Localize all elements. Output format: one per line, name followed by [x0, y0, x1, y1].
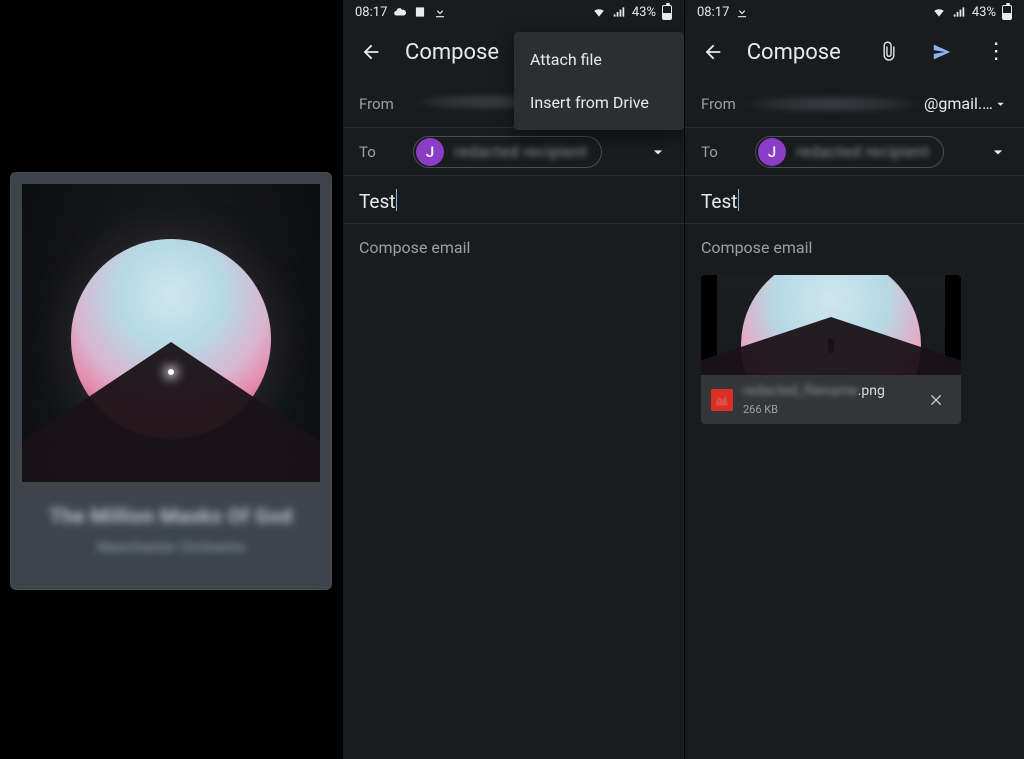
- send-button[interactable]: [923, 32, 963, 72]
- subject-row[interactable]: Test: [685, 176, 1024, 224]
- recipient-avatar: J: [758, 138, 786, 166]
- recipient-avatar: J: [416, 138, 444, 166]
- wifi-icon: [592, 5, 606, 19]
- download-icon: [433, 5, 447, 19]
- recipient-name-blurred: redacted recipient: [796, 142, 929, 161]
- text-caret: [738, 189, 740, 211]
- album-art: [22, 184, 320, 482]
- status-time: 08:17: [355, 5, 387, 20]
- back-button[interactable]: [351, 32, 391, 72]
- album-card: The Million Masks Of God Manchester Orch…: [10, 172, 332, 590]
- recipient-chip[interactable]: J redacted recipient: [755, 136, 944, 168]
- more-vertical-icon: ⋮: [985, 41, 1007, 63]
- image-file-icon: [711, 389, 733, 411]
- battery-icon: [662, 4, 672, 19]
- status-time: 08:17: [697, 5, 729, 20]
- signal-icon: [952, 5, 966, 19]
- text-caret: [396, 189, 398, 211]
- compose-screen-with-attachment: 08:17 43% Compose ⋮: [684, 0, 1024, 759]
- subject-input[interactable]: Test: [359, 190, 396, 213]
- paperclip-icon: [878, 41, 900, 63]
- attachment-thumbnail: [701, 275, 961, 375]
- subject-input[interactable]: Test: [701, 190, 738, 213]
- arrow-left-icon: [360, 41, 382, 63]
- from-label: From: [701, 95, 742, 113]
- overflow-menu-button[interactable]: ⋮: [976, 32, 1016, 72]
- chevron-down-icon[interactable]: [993, 94, 1008, 114]
- attachment-size: 266 KB: [743, 403, 913, 416]
- status-battery-text: 43%: [632, 5, 656, 20]
- attach-menu: Attach file Insert from Drive: [514, 32, 684, 130]
- to-row[interactable]: To J redacted recipient: [685, 128, 1024, 176]
- back-button[interactable]: [693, 32, 733, 72]
- attachment-card[interactable]: redacted_filename.png 266 KB: [701, 275, 961, 424]
- battery-icon: [1002, 4, 1012, 19]
- menu-attach-file[interactable]: Attach file: [514, 38, 684, 81]
- menu-insert-from-drive[interactable]: Insert from Drive: [514, 81, 684, 124]
- chevron-down-icon[interactable]: [648, 142, 668, 162]
- app-bar: Compose ⋮: [685, 24, 1024, 80]
- from-address-blurred: [742, 95, 922, 113]
- status-bar: 08:17 43%: [685, 0, 1024, 24]
- from-address-suffix: @gmail.…: [924, 94, 993, 113]
- arrow-left-icon: [702, 41, 724, 63]
- from-row[interactable]: From @gmail.…: [685, 80, 1024, 128]
- send-icon: [931, 41, 953, 63]
- remove-attachment-button[interactable]: [923, 386, 951, 414]
- recipient-chip[interactable]: J redacted recipient: [413, 136, 602, 168]
- body-placeholder[interactable]: Compose email: [685, 224, 1024, 271]
- album-artist-blurred: Manchester Orchestra: [22, 538, 320, 556]
- recipient-name-blurred: redacted recipient: [454, 142, 587, 161]
- cloud-icon: [393, 5, 407, 19]
- page-title: Compose: [405, 40, 499, 65]
- close-icon: [929, 392, 945, 408]
- compose-screen-attach-menu: 08:17 43% Compose From To: [342, 0, 684, 759]
- from-label: From: [359, 95, 413, 113]
- album-title-blurred: The Million Masks Of God: [22, 504, 320, 528]
- wifi-icon: [932, 5, 946, 19]
- to-label: To: [701, 143, 755, 161]
- body-placeholder[interactable]: Compose email: [343, 224, 684, 271]
- status-battery-text: 43%: [972, 5, 996, 20]
- attach-button[interactable]: [869, 32, 909, 72]
- chevron-down-icon[interactable]: [988, 142, 1008, 162]
- subject-row[interactable]: Test: [343, 176, 684, 224]
- download-icon: [735, 5, 749, 19]
- album-preview-panel: The Million Masks Of God Manchester Orch…: [0, 0, 342, 759]
- signal-icon: [612, 5, 626, 19]
- to-label: To: [359, 143, 413, 161]
- page-title: Compose: [747, 40, 841, 65]
- status-bar: 08:17 43%: [343, 0, 684, 24]
- attachment-filename: redacted_filename.png: [743, 383, 913, 399]
- to-row[interactable]: To J redacted recipient: [343, 128, 684, 176]
- image-icon: [413, 5, 427, 19]
